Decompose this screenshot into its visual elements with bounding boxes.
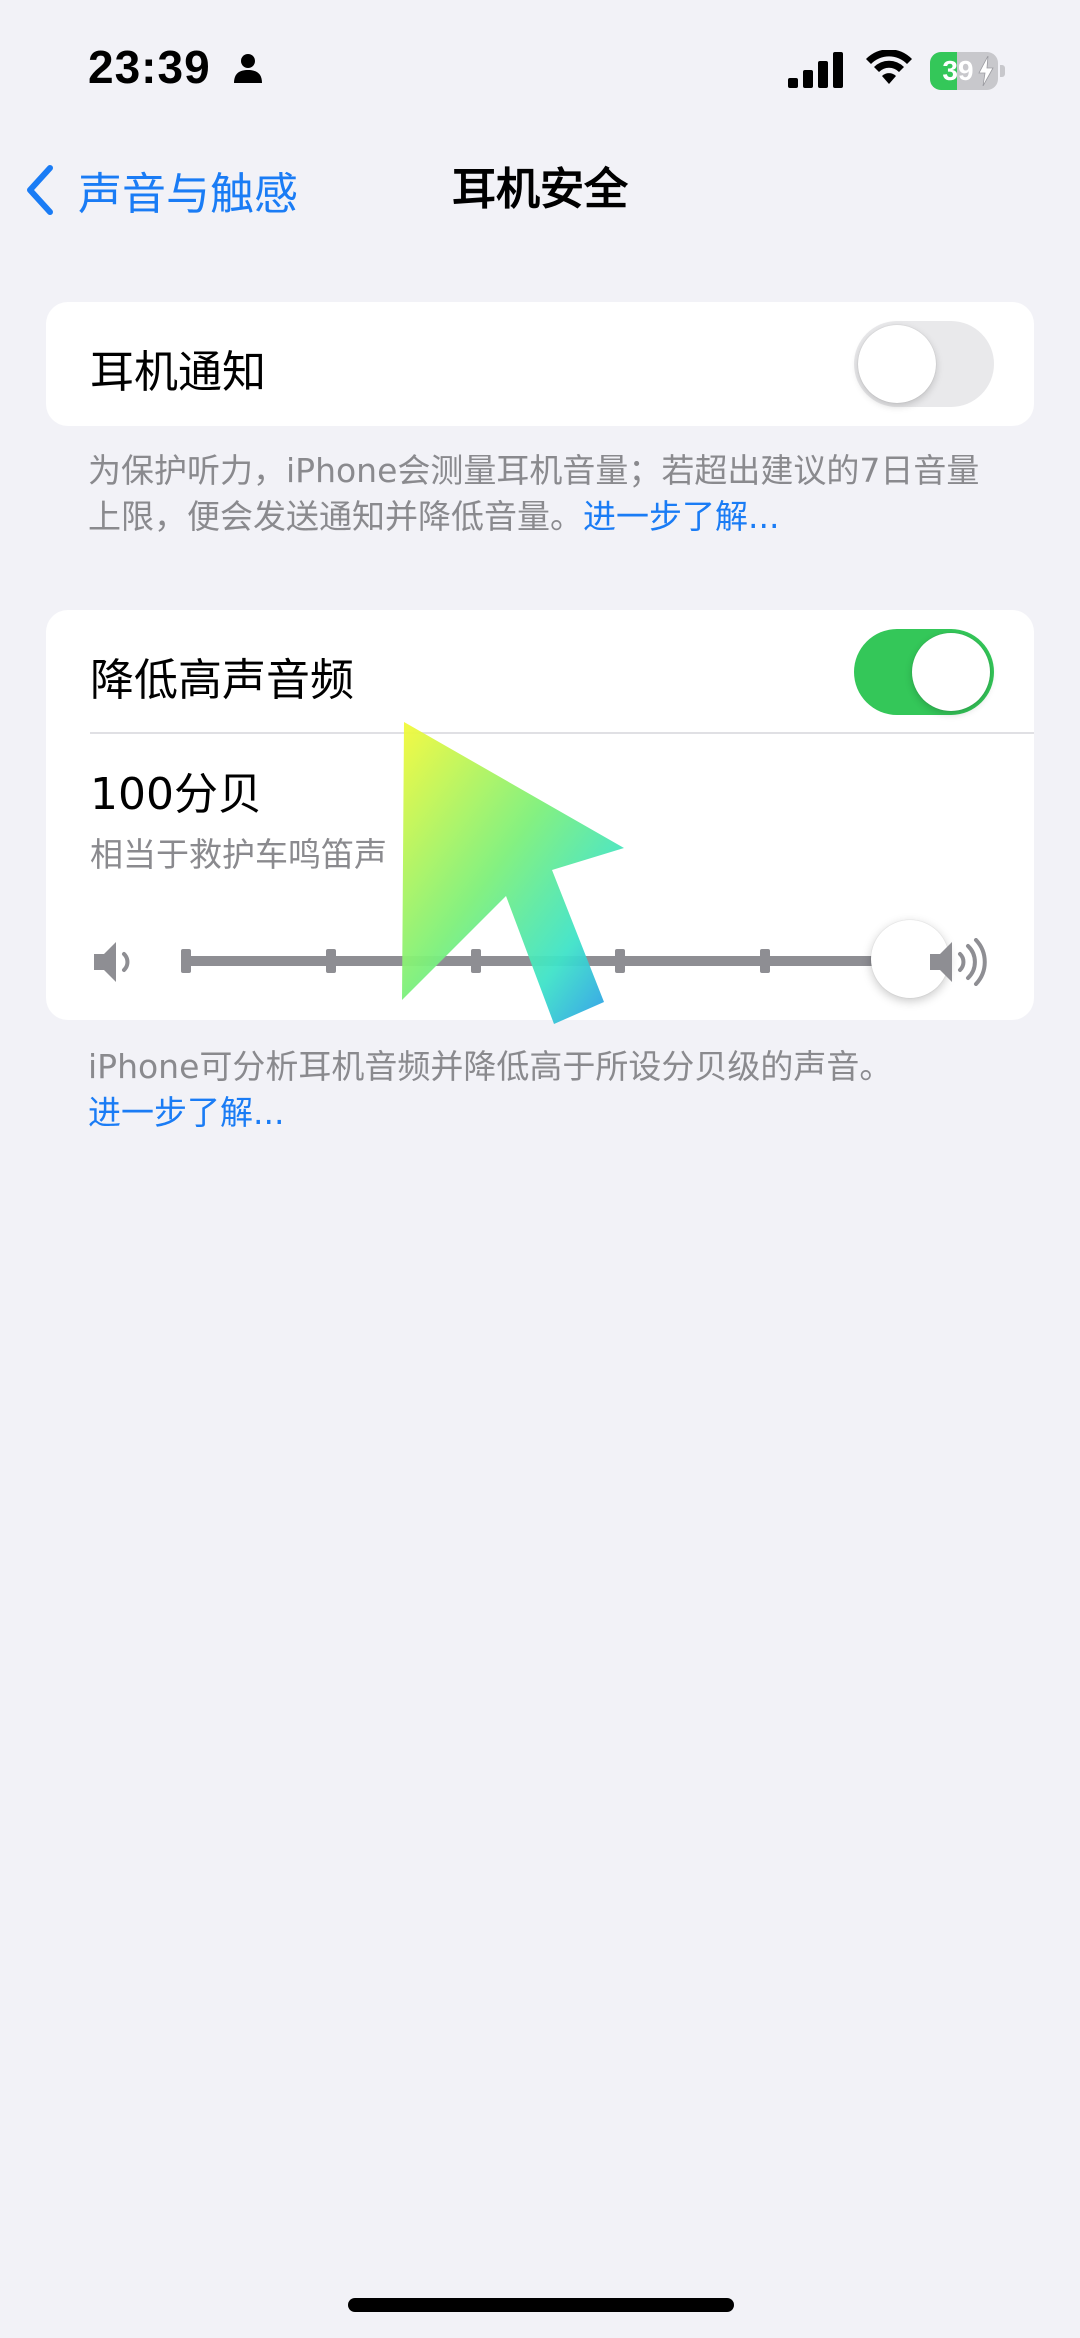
headphone-notifications-group: 耳机通知 bbox=[46, 302, 1034, 426]
row-separator bbox=[90, 732, 1034, 734]
charging-bolt-icon bbox=[978, 56, 994, 86]
toggle-knob bbox=[858, 325, 936, 403]
slider-tick bbox=[470, 949, 481, 973]
reduce-loud-audio-footnote: iPhone可分析耳机音频并降低高于所设分贝级的声音。 进一步了解... bbox=[88, 1044, 988, 1136]
decibel-level-description: 相当于救护车鸣笛声 bbox=[90, 835, 387, 874]
status-time: 23:39 bbox=[88, 41, 211, 93]
speaker-low-icon bbox=[94, 942, 130, 982]
page-title: 耳机安全 bbox=[452, 164, 628, 215]
home-indicator bbox=[348, 2298, 734, 2312]
slider-tick bbox=[760, 949, 771, 973]
headphone-notifications-toggle[interactable] bbox=[854, 321, 994, 407]
wifi-icon bbox=[866, 50, 912, 84]
toggle-knob bbox=[912, 633, 990, 711]
headphone-notifications-footnote: 为保护听力，iPhone会测量耳机音量；若超出建议的7日音量上限，便会发送通知并… bbox=[88, 448, 988, 540]
battery-indicator: 39 bbox=[930, 52, 1006, 90]
footnote-text: 为保护听力，iPhone会测量耳机音量；若超出建议的7日音量上限，便会发送通知并… bbox=[88, 451, 980, 536]
person-icon bbox=[234, 54, 262, 83]
decibel-slider[interactable] bbox=[181, 920, 949, 998]
reduce-loud-audio-toggle[interactable] bbox=[854, 629, 994, 715]
learn-more-link[interactable]: 进一步了解... bbox=[88, 1093, 284, 1132]
reduce-loud-audio-group: 降低高声音频 100分贝 相当于救护车鸣笛声 bbox=[46, 610, 1034, 1020]
slider-tick bbox=[325, 949, 336, 973]
slider-tick bbox=[615, 949, 626, 973]
cellular-signal-icon bbox=[788, 52, 843, 88]
learn-more-link[interactable]: 进一步了解... bbox=[583, 497, 779, 536]
slider-tick bbox=[181, 949, 191, 973]
footnote-text: iPhone可分析耳机音频并降低高于所设分贝级的声音。 bbox=[88, 1047, 893, 1086]
reduce-loud-audio-label: 降低高声音频 bbox=[90, 655, 354, 706]
speaker-high-icon bbox=[930, 938, 987, 986]
status-bar: 23:39 39 bbox=[0, 0, 1080, 130]
decibel-level-label: 100分贝 bbox=[90, 769, 262, 820]
headphone-notifications-label: 耳机通知 bbox=[90, 347, 266, 398]
